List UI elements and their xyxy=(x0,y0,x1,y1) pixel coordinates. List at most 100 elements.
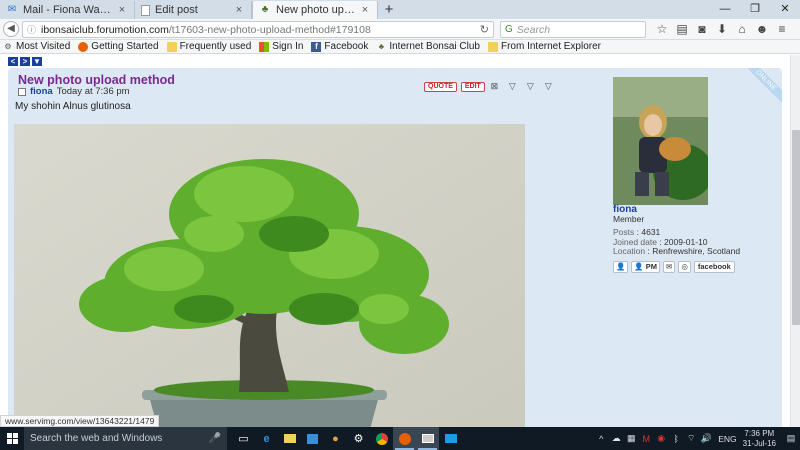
pm-button[interactable]: 👤 PM xyxy=(631,261,661,273)
tab-strip: ✉ Mail - Fiona Wallace - Out... × Edit p… xyxy=(0,0,800,19)
close-window-icon[interactable]: ✕ xyxy=(770,0,800,19)
website-icon[interactable]: ◎ xyxy=(678,261,691,273)
report-icon[interactable]: ▽ xyxy=(543,81,554,92)
bookmarks-bar: ⚙ Most Visited Getting Started Frequentl… xyxy=(0,40,800,54)
info-icon[interactable]: ⓘ xyxy=(27,23,37,36)
prev-topic-icon[interactable]: < xyxy=(8,57,18,66)
wifi-icon[interactable]: ⌔ xyxy=(684,433,698,444)
clock-date: 31-Jul-16 xyxy=(742,438,776,448)
edge-icon[interactable]: e xyxy=(255,427,278,450)
volume-icon[interactable]: 🔊 xyxy=(699,433,713,444)
chrome-icon[interactable] xyxy=(370,427,393,450)
microphone-icon[interactable]: 🎤 xyxy=(209,433,221,444)
back-button[interactable]: ◀ xyxy=(3,21,19,37)
post-title[interactable]: New photo upload method xyxy=(18,73,175,87)
facebook-icon: f xyxy=(311,41,322,52)
search-engine-icon[interactable]: G xyxy=(505,24,513,35)
close-icon[interactable]: × xyxy=(359,4,371,16)
pocket-icon[interactable]: ◙ xyxy=(692,21,712,38)
mail-icon: ✉ xyxy=(7,4,17,15)
firefox-icon[interactable] xyxy=(393,427,416,450)
clock[interactable]: 7:36 PM 31-Jul-16 xyxy=(743,429,776,449)
windows-icon xyxy=(6,433,18,444)
bookmark-label: Frequently used xyxy=(179,41,252,52)
close-icon[interactable]: × xyxy=(233,4,245,16)
bookmark-internet-bonsai-club[interactable]: ♣ Internet Bonsai Club xyxy=(376,41,480,52)
start-button[interactable] xyxy=(0,427,24,450)
settings-icon[interactable]: ⚙ xyxy=(347,427,370,450)
tab-new-photo-upload[interactable]: ♣ New photo upload method × xyxy=(252,1,378,19)
taskbar-search[interactable]: Search the web and Windows 🎤 xyxy=(24,427,227,450)
download-icon[interactable]: ⬇ xyxy=(712,21,732,38)
warn-icon[interactable]: ▽ xyxy=(525,81,536,92)
facebook-button[interactable]: facebook xyxy=(693,261,735,273)
photos-icon[interactable] xyxy=(416,427,439,450)
email-icon[interactable]: ✉ xyxy=(663,261,676,273)
tab-edit-post[interactable]: Edit post × xyxy=(135,1,252,19)
bookmark-getting-started[interactable]: Getting Started xyxy=(78,41,159,52)
post-body-text: My shohin Alnus glutinosa xyxy=(15,101,131,112)
new-tab-button[interactable]: + xyxy=(380,1,398,19)
search-input[interactable]: G Search xyxy=(500,21,646,38)
profile-icon[interactable]: 👤 xyxy=(613,261,629,273)
post-actions: QUOTE EDIT ⊠ ▽ ▽ ▽ xyxy=(424,81,561,92)
profile-location: Location : Renfrewshire, Scotland xyxy=(613,246,741,256)
close-icon[interactable]: × xyxy=(116,4,128,16)
window-controls: — ❐ ✕ xyxy=(710,0,800,19)
vertical-scrollbar[interactable] xyxy=(790,55,800,427)
reading-list-icon[interactable]: ▤ xyxy=(672,21,692,38)
next-topic-icon[interactable]: > xyxy=(20,57,30,66)
bluetooth-icon[interactable]: ᛒ xyxy=(669,434,683,444)
delete-icon[interactable]: ⊠ xyxy=(489,81,500,92)
url-path: /t17603-new-photo-upload-method#179108 xyxy=(168,23,371,36)
network-icon[interactable]: ▦ xyxy=(624,433,638,444)
malware-icon[interactable]: M xyxy=(639,434,653,444)
tab-mail[interactable]: ✉ Mail - Fiona Wallace - Out... × xyxy=(0,1,135,19)
bookmark-star-icon[interactable]: ☆ xyxy=(652,21,672,38)
reload-icon[interactable]: ↻ xyxy=(480,23,489,36)
ip-icon[interactable]: ▽ xyxy=(507,81,518,92)
bookmark-sign-in[interactable]: Sign In xyxy=(259,41,303,52)
post-icon xyxy=(18,87,26,96)
search-placeholder: Search xyxy=(516,23,551,36)
language-indicator[interactable]: ENG xyxy=(718,434,736,444)
tree-icon: ♣ xyxy=(378,41,384,51)
file-explorer-icon[interactable] xyxy=(278,427,301,450)
snipping-tool-icon[interactable] xyxy=(439,427,462,450)
page-content: < > ▼ New photo upload method fiona Toda… xyxy=(0,55,790,427)
avatar[interactable] xyxy=(613,77,708,205)
bonsai-image xyxy=(14,124,525,427)
post-meta: fiona Today at 7:36 pm xyxy=(18,86,130,97)
address-bar[interactable]: ⓘ ibonsaiclub.forumotion.com/t17603-new-… xyxy=(22,21,494,38)
bookmark-frequently-used[interactable]: Frequently used xyxy=(166,41,252,52)
go-down-icon[interactable]: ▼ xyxy=(32,57,42,66)
system-tray: ^ ☁ ▦ M ◉ ᛒ ⌔ 🔊 ENG 7:36 PM 31-Jul-16 ▤ xyxy=(594,427,800,450)
store-icon[interactable] xyxy=(301,427,324,450)
menu-icon[interactable]: ≡ xyxy=(772,21,792,38)
cloud-icon[interactable]: ☁ xyxy=(609,433,623,444)
profile-contact-icons: 👤 👤 PM ✉ ◎ facebook xyxy=(613,261,738,273)
restore-icon[interactable]: ❐ xyxy=(740,0,770,19)
minimize-icon[interactable]: — xyxy=(710,0,740,19)
media-player-icon[interactable]: ● xyxy=(324,427,347,450)
post-author[interactable]: fiona xyxy=(30,86,53,97)
task-view-icon[interactable]: ▭ xyxy=(232,427,255,450)
edit-button[interactable]: EDIT xyxy=(460,81,485,92)
bookmark-most-visited[interactable]: ⚙ Most Visited xyxy=(3,41,70,52)
notification-icon[interactable]: ▤ xyxy=(784,433,798,444)
home-icon[interactable]: ⌂ xyxy=(732,21,752,38)
antivirus-icon[interactable]: ◉ xyxy=(654,433,668,444)
toolbar-icons: ☆ ▤ ◙ ⬇ ⌂ ☻ ≡ xyxy=(652,21,792,38)
status-link-preview: www.servimg.com/view/13643221/1479 xyxy=(0,415,160,427)
bookmark-from-internet-explorer[interactable]: From Internet Explorer xyxy=(487,41,601,52)
tree-icon: ♣ xyxy=(261,4,269,15)
quote-button[interactable]: QUOTE xyxy=(424,81,457,92)
chat-icon[interactable]: ☻ xyxy=(752,21,772,38)
bonsai-photo[interactable] xyxy=(14,124,525,427)
folder-icon xyxy=(487,41,498,52)
show-hidden-icons[interactable]: ^ xyxy=(594,434,608,444)
bookmark-facebook[interactable]: f Facebook xyxy=(311,41,368,52)
taskbar-apps: ▭ e ● ⚙ xyxy=(232,427,462,450)
scrollbar-thumb[interactable] xyxy=(792,130,800,325)
navigation-bar: ◀ ⓘ ibonsaiclub.forumotion.com/t17603-ne… xyxy=(0,19,800,40)
